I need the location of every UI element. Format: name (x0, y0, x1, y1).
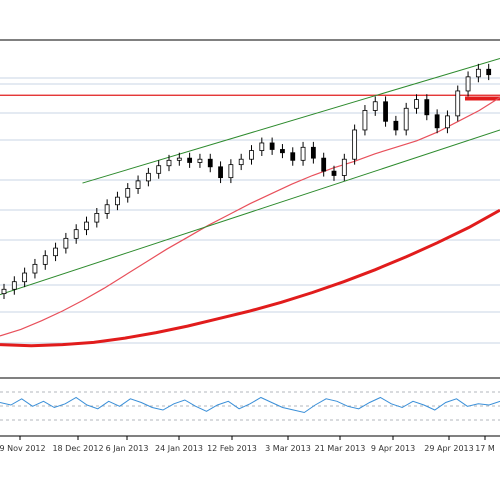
candle-body (177, 158, 181, 160)
x-tick-label: 17 M (475, 444, 495, 453)
candle-body (435, 115, 439, 128)
candle-body (105, 205, 109, 214)
candle-body (415, 100, 419, 109)
candle-body (188, 158, 192, 162)
oscillator-line (0, 398, 500, 413)
candle-body (280, 149, 284, 152)
candlesticks (2, 64, 491, 299)
candle-body (167, 160, 171, 165)
candle-body (54, 248, 58, 256)
candle-body (466, 77, 470, 91)
candle-body (332, 171, 336, 175)
candle-body (126, 188, 130, 197)
x-tick-label: 6 Jan 2013 (106, 444, 149, 453)
candle-body (291, 153, 295, 161)
candle-body (260, 143, 264, 151)
candle-body (136, 181, 140, 189)
x-tick-label: 24 Jan 2013 (155, 444, 203, 453)
candle-body (219, 167, 223, 178)
candle-body (322, 158, 326, 171)
candle-body (239, 159, 243, 164)
candle-body (208, 159, 212, 167)
candle-body (363, 110, 367, 130)
x-tick-label: 9 Apr 2013 (371, 444, 415, 453)
candle-body (445, 116, 449, 128)
candle-body (301, 147, 305, 160)
candle-body (487, 69, 491, 74)
candle-body (12, 282, 16, 290)
price-grid (0, 78, 500, 343)
candle-body (74, 230, 78, 239)
candle-body (23, 273, 27, 282)
candle-body (115, 197, 119, 205)
candle-body (33, 264, 37, 273)
x-tick-label: 3 Mar 2013 (265, 444, 311, 453)
candle-body (342, 159, 346, 175)
chart: 29 Nov 2012 18 Dec 20126 Jan 2013 24 Jan 2… (0, 0, 500, 500)
candle-body (2, 289, 6, 293)
candle-body (476, 69, 480, 77)
oscillator-panel (0, 378, 500, 420)
candle-body (229, 165, 233, 178)
horizontal-levels (0, 95, 500, 98)
candle-body (425, 100, 429, 115)
x-tick-label: 21 Mar 2013 (315, 444, 366, 453)
candle-body (353, 130, 357, 159)
candle-body (250, 151, 254, 160)
x-tick-label: 29 Nov 2012 (0, 444, 46, 453)
candle-body (64, 238, 68, 248)
candle-body (404, 108, 408, 130)
x-tick-label: 29 Apr 2013 (424, 444, 473, 453)
chart-svg: 29 Nov 2012 18 Dec 20126 Jan 2013 24 Jan 2… (0, 0, 500, 500)
candle-body (85, 222, 89, 230)
x-tick-label: 18 Dec 2012 (52, 444, 103, 453)
candle-body (270, 143, 274, 150)
candle-body (198, 159, 202, 162)
candle-body (311, 147, 315, 158)
candle-body (146, 173, 150, 181)
candle-body (394, 121, 398, 130)
x-tick-label: 12 Feb 2013 (207, 444, 257, 453)
moving-averages (0, 97, 500, 345)
candle-body (157, 166, 161, 174)
candle-body (95, 213, 99, 222)
candle-body (43, 256, 47, 265)
candle-body (384, 102, 388, 122)
candle-body (373, 102, 377, 111)
trend-channel (0, 58, 500, 294)
candle-body (456, 91, 460, 116)
x-axis-ticks: 29 Nov 2012 18 Dec 20126 Jan 2013 24 Jan 2… (0, 436, 495, 453)
